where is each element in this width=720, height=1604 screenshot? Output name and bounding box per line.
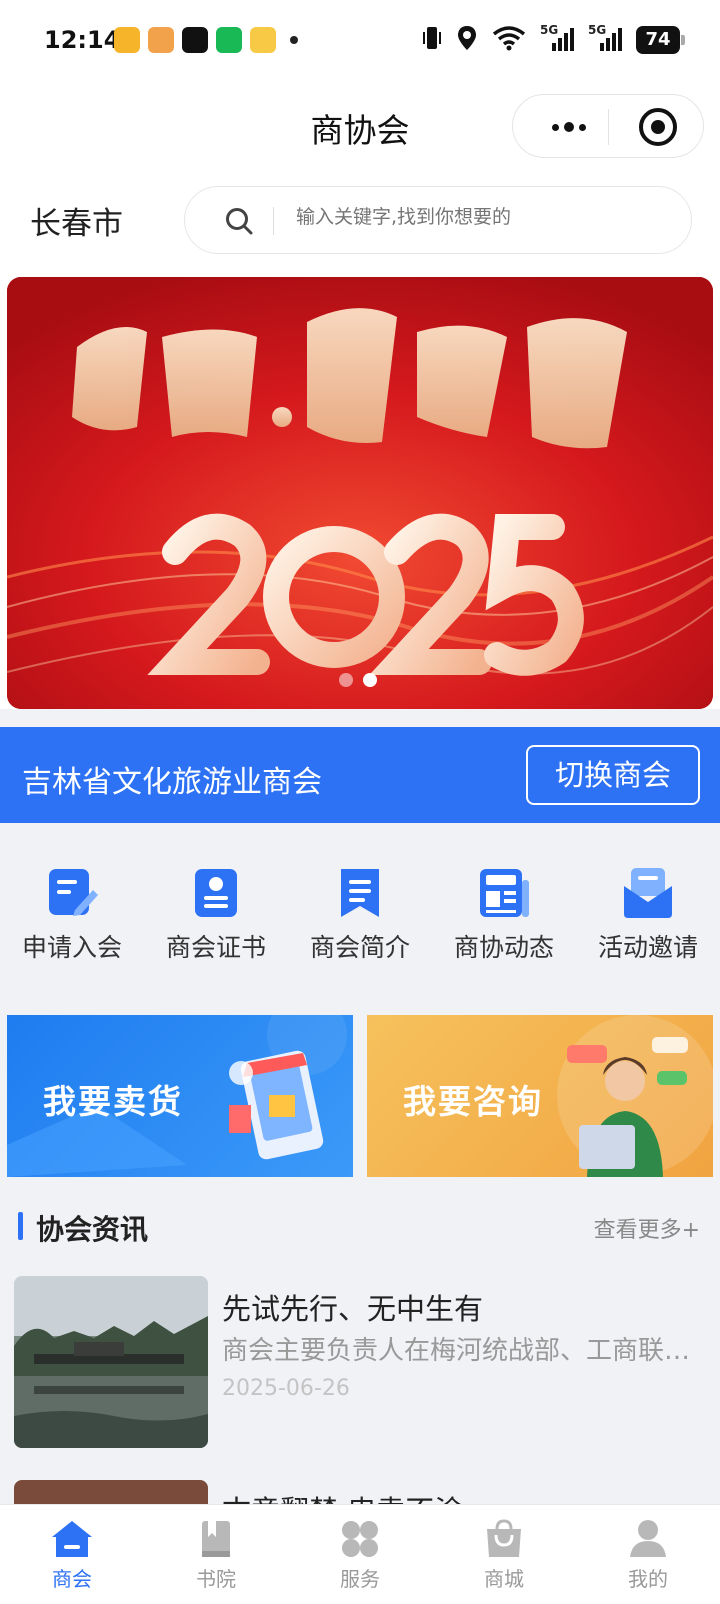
menu-label: 商协动态: [453, 933, 554, 962]
quick-menu: 申请入会 商会证书 商会简介 商协动态 活动邀请: [0, 866, 720, 976]
bottom-tab-bar: 商会 书院 服务 商城 我的: [0, 1504, 720, 1604]
mini-program-capsule: [512, 94, 704, 158]
current-chamber-bar: 吉林省文化旅游业商会 切换商会: [0, 727, 720, 823]
wifi-icon: [492, 25, 526, 55]
location-search-row: 长春市: [0, 176, 720, 270]
tab-label: 商城: [484, 1567, 524, 1591]
news-thumbnail: [14, 1276, 208, 1448]
tab-home[interactable]: 商会: [0, 1519, 144, 1592]
consult-card[interactable]: 我要咨询: [367, 1015, 713, 1177]
search-bar[interactable]: [184, 186, 692, 254]
menu-item-certificate[interactable]: 商会证书: [144, 866, 288, 964]
search-input[interactable]: [296, 206, 656, 228]
news-date: 2025-06-26: [222, 1376, 350, 1401]
location-icon: [456, 24, 478, 56]
home-app-icon: [148, 27, 174, 53]
switch-chamber-button[interactable]: 切换商会: [526, 745, 700, 805]
section-accent-bar: [18, 1212, 23, 1240]
carousel-dot-active[interactable]: [363, 673, 377, 687]
news-section-header: 协会资讯 查看更多+: [0, 1204, 720, 1254]
menu-item-news[interactable]: 商协动态: [432, 866, 576, 964]
more-menu-icon[interactable]: [539, 95, 599, 159]
news-item[interactable]: 先试先行、无中生有 商会主要负责人在梅河统战部、工商联座谈交流 2025-06-…: [14, 1276, 706, 1452]
menu-item-intro[interactable]: 商会简介: [288, 866, 432, 964]
system-indicators: 5G 5G 74: [422, 23, 685, 56]
search-icon: [226, 208, 253, 235]
weibo-app-icon: [250, 27, 276, 53]
news-icon: [477, 866, 531, 920]
tab-profile[interactable]: 我的: [576, 1519, 720, 1592]
banner-image: [7, 277, 713, 709]
section-title: 协会资讯: [36, 1213, 149, 1246]
tab-mall[interactable]: 商城: [432, 1519, 576, 1592]
menu-item-invitation[interactable]: 活动邀请: [576, 866, 720, 964]
capsule-divider: [608, 109, 609, 145]
city-selector[interactable]: 长春市: [30, 198, 123, 243]
sell-goods-card[interactable]: 我要卖货: [7, 1015, 353, 1177]
signal-icon-2: 5G: [588, 23, 622, 53]
tab-label: 商会: [52, 1567, 92, 1591]
bookmark-doc-icon: [333, 866, 387, 920]
certificate-icon: [189, 866, 243, 920]
video-app-icon: [114, 27, 140, 53]
chamber-name: 吉林省文化旅游业商会: [22, 765, 322, 800]
menu-label: 申请入会: [21, 933, 122, 962]
grid-icon: [338, 1519, 382, 1559]
invitation-icon: [621, 866, 675, 920]
news-description: 商会主要负责人在梅河统战部、工商联座谈交流: [222, 1336, 692, 1366]
menu-label: 商会简介: [309, 933, 410, 962]
shopping-bag-icon: [482, 1519, 526, 1559]
iqiyi-app-icon: [216, 27, 242, 53]
home-icon: [50, 1519, 94, 1559]
status-time: 12:14: [44, 26, 121, 54]
menu-label: 商会证书: [165, 933, 266, 962]
carousel-indicators: [339, 673, 377, 687]
tab-label: 服务: [340, 1567, 380, 1591]
banner-carousel[interactable]: [7, 277, 713, 709]
menu-item-apply[interactable]: 申请入会: [0, 866, 144, 964]
vibrate-icon: [422, 24, 442, 56]
close-target-icon[interactable]: [639, 108, 677, 146]
notification-icons: [114, 27, 298, 53]
battery-icon: 74: [636, 26, 685, 54]
edit-icon: [45, 866, 99, 920]
tab-academy[interactable]: 书院: [144, 1519, 288, 1592]
news-title: 先试先行、无中生有: [222, 1292, 484, 1326]
nav-bar: 商协会: [0, 84, 720, 176]
status-bar: 12:14 5G 5G 74: [0, 0, 720, 84]
sell-label: 我要卖货: [43, 1082, 183, 1121]
tab-label: 书院: [196, 1567, 236, 1591]
tab-services[interactable]: 服务: [288, 1519, 432, 1592]
tiktok-app-icon: [182, 27, 208, 53]
carousel-dot[interactable]: [339, 673, 353, 687]
menu-label: 活动邀请: [597, 933, 698, 962]
search-divider: [273, 207, 274, 235]
view-more-link[interactable]: 查看更多+: [594, 1212, 700, 1244]
book-icon: [194, 1519, 238, 1559]
tab-label: 我的: [628, 1567, 668, 1591]
user-icon: [626, 1519, 670, 1559]
signal-icon-1: 5G: [540, 23, 574, 53]
more-notifications-icon: [290, 36, 298, 44]
consult-label: 我要咨询: [403, 1082, 543, 1121]
